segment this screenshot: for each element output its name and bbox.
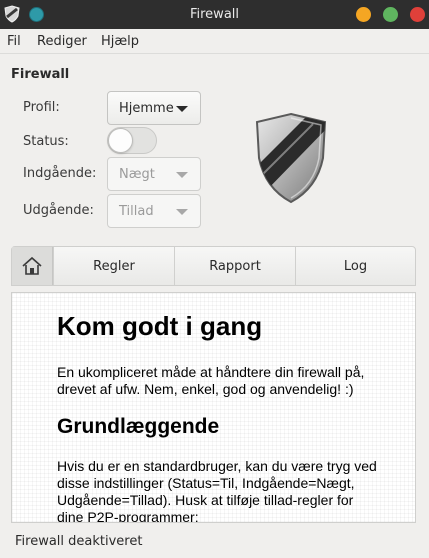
tab-rules[interactable]: Regler (53, 247, 174, 285)
help-content[interactable]: Kom godt i gang En ukompliceret måde at … (11, 292, 416, 523)
incoming-value: Nægt (119, 167, 155, 182)
menu-file[interactable]: Fil (7, 34, 21, 49)
content-heading: Kom godt i gang (57, 311, 263, 341)
maximize-button[interactable] (383, 7, 398, 22)
section-title: Firewall (11, 67, 70, 82)
outgoing-value: Tillad (119, 204, 154, 219)
tab-bar: Regler Rapport Log (11, 246, 416, 286)
tab-report-label: Rapport (209, 259, 261, 274)
incoming-label: Indgående: (23, 166, 97, 181)
chevron-down-icon (176, 106, 188, 112)
outgoing-select[interactable]: Tillad (107, 194, 201, 228)
chevron-down-icon (176, 172, 188, 178)
menu-edit[interactable]: Rediger (37, 34, 87, 49)
menu-bar: Fil Rediger Hjælp (0, 29, 429, 54)
minimize-button[interactable] (356, 7, 371, 22)
tab-home[interactable] (12, 247, 53, 285)
switch-knob (108, 128, 133, 153)
close-button[interactable] (410, 7, 425, 22)
tab-log[interactable]: Log (295, 247, 415, 285)
menu-help[interactable]: Hjælp (101, 34, 139, 49)
content-intro: En ukompliceret måde at håndtere din fir… (57, 364, 365, 397)
tab-report[interactable]: Rapport (174, 247, 295, 285)
content-basics: Hvis du er en standardbruger, kan du vær… (57, 458, 377, 523)
profile-label: Profil: (23, 100, 60, 115)
incoming-select[interactable]: Nægt (107, 157, 201, 191)
outgoing-label: Udgående: (23, 203, 94, 218)
tab-rules-label: Regler (93, 259, 135, 274)
profile-select[interactable]: Hjemme (107, 91, 201, 125)
profile-value: Hjemme (119, 101, 174, 116)
shield-icon (255, 112, 327, 204)
content-subheading: Grundlæggende (57, 415, 220, 438)
status-label: Status: (23, 134, 69, 149)
status-switch[interactable] (107, 127, 157, 154)
tab-log-label: Log (343, 259, 368, 274)
status-bar-text: Firewall deaktiveret (15, 534, 143, 549)
chevron-down-icon (176, 209, 188, 215)
title-bar: Firewall (0, 0, 429, 29)
home-icon (22, 256, 42, 275)
